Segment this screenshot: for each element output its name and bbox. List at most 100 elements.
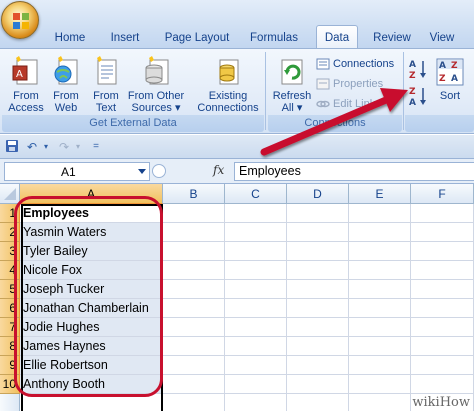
cell[interactable]	[411, 204, 474, 223]
column-header-d[interactable]: D	[287, 184, 349, 204]
tab-page-layout[interactable]: Page Layout	[162, 28, 232, 48]
cell[interactable]	[411, 375, 474, 394]
cell[interactable]	[349, 394, 411, 411]
customize-toolbar-icon[interactable]: =	[88, 139, 104, 155]
redo-dropdown-icon[interactable]: ▾	[70, 139, 86, 155]
cell[interactable]	[163, 375, 225, 394]
cell[interactable]	[287, 318, 349, 337]
cell[interactable]	[349, 356, 411, 375]
cell[interactable]	[349, 261, 411, 280]
name-box-dropdown-icon[interactable]	[138, 169, 146, 175]
cell[interactable]	[411, 318, 474, 337]
cell-a[interactable]: Anthony Booth	[20, 375, 163, 394]
cell[interactable]	[163, 299, 225, 318]
cell[interactable]	[411, 299, 474, 318]
cell[interactable]	[287, 394, 349, 411]
cell-a[interactable]	[20, 394, 163, 411]
column-header-f[interactable]: F	[411, 184, 474, 204]
properties-button[interactable]: Properties	[316, 76, 402, 92]
cell[interactable]	[349, 375, 411, 394]
row-header[interactable]: 6	[0, 299, 20, 318]
row-header[interactable]: 1	[0, 204, 20, 223]
cell[interactable]	[163, 242, 225, 261]
cell[interactable]	[411, 223, 474, 242]
cell-a[interactable]: Yasmin Waters	[20, 223, 163, 242]
cell[interactable]	[349, 204, 411, 223]
tab-home[interactable]: Home	[50, 28, 90, 48]
cell[interactable]	[225, 356, 287, 375]
cell[interactable]	[163, 204, 225, 223]
cell[interactable]	[287, 204, 349, 223]
cell[interactable]	[411, 280, 474, 299]
cell[interactable]	[287, 299, 349, 318]
cell-a[interactable]: Joseph Tucker	[20, 280, 163, 299]
row-header[interactable]: 8	[0, 337, 20, 356]
cell[interactable]	[287, 261, 349, 280]
row-header[interactable]: 3	[0, 242, 20, 261]
cell[interactable]	[163, 356, 225, 375]
tab-view[interactable]: View	[424, 28, 460, 48]
cell[interactable]	[411, 337, 474, 356]
cell[interactable]	[287, 375, 349, 394]
tab-data[interactable]: Data	[316, 25, 358, 49]
cell[interactable]	[287, 356, 349, 375]
column-header-b[interactable]: B	[163, 184, 225, 204]
from-access-button[interactable]: A From Access	[4, 56, 48, 114]
save-icon[interactable]	[4, 139, 20, 155]
cell-a[interactable]: Nicole Fox	[20, 261, 163, 280]
name-box[interactable]: A1	[4, 162, 150, 181]
column-header-e[interactable]: E	[349, 184, 411, 204]
cell[interactable]	[163, 280, 225, 299]
cell[interactable]	[163, 318, 225, 337]
edit-links-button[interactable]: Edit Links	[316, 96, 402, 112]
cell[interactable]	[225, 375, 287, 394]
connections-button[interactable]: Connections	[316, 56, 402, 72]
formula-input[interactable]: Employees	[234, 162, 474, 181]
refresh-all-button[interactable]: Refresh All ▾	[270, 56, 314, 114]
row-header[interactable]	[0, 394, 20, 411]
cell[interactable]	[163, 337, 225, 356]
cell[interactable]	[349, 242, 411, 261]
row-header[interactable]: 4	[0, 261, 20, 280]
cell[interactable]	[163, 223, 225, 242]
office-button[interactable]	[1, 1, 39, 39]
select-all-corner[interactable]	[0, 184, 20, 204]
column-header-a[interactable]: A	[20, 184, 163, 204]
sort-a-to-z-button[interactable]: A Z	[408, 58, 430, 82]
column-header-c[interactable]: C	[225, 184, 287, 204]
row-header[interactable]: 2	[0, 223, 20, 242]
from-web-button[interactable]: From Web	[46, 56, 86, 114]
from-text-button[interactable]: From Text	[86, 56, 126, 114]
sort-z-to-a-button[interactable]: Z A	[408, 85, 430, 109]
row-header[interactable]: 7	[0, 318, 20, 337]
cell[interactable]	[349, 318, 411, 337]
cell-a[interactable]: Employees	[20, 204, 163, 223]
cell[interactable]	[225, 318, 287, 337]
formula-bar-toggle-icon[interactable]	[152, 164, 166, 178]
cell[interactable]	[225, 394, 287, 411]
cell[interactable]	[163, 261, 225, 280]
existing-connections-button[interactable]: Existing Connections	[194, 56, 262, 114]
cell-a[interactable]: Jodie Hughes	[20, 318, 163, 337]
insert-function-icon[interactable]: fx	[213, 163, 224, 177]
cell[interactable]	[225, 261, 287, 280]
cell[interactable]	[349, 280, 411, 299]
cell[interactable]	[411, 356, 474, 375]
cell[interactable]	[225, 337, 287, 356]
cell[interactable]	[225, 223, 287, 242]
cell[interactable]	[287, 337, 349, 356]
row-header[interactable]: 10	[0, 375, 20, 394]
row-header[interactable]: 5	[0, 280, 20, 299]
cell[interactable]	[349, 223, 411, 242]
cell[interactable]	[225, 280, 287, 299]
cell-a[interactable]: Ellie Robertson	[20, 356, 163, 375]
cell[interactable]	[287, 223, 349, 242]
cell[interactable]	[411, 261, 474, 280]
cell-a[interactable]: James Haynes	[20, 337, 163, 356]
row-header[interactable]: 9	[0, 356, 20, 375]
sort-button[interactable]: A Z Z A Sort	[432, 56, 468, 102]
undo-dropdown-icon[interactable]: ▾	[38, 139, 54, 155]
cell[interactable]	[349, 337, 411, 356]
cell-a[interactable]: Jonathan Chamberlain	[20, 299, 163, 318]
cell[interactable]	[349, 299, 411, 318]
